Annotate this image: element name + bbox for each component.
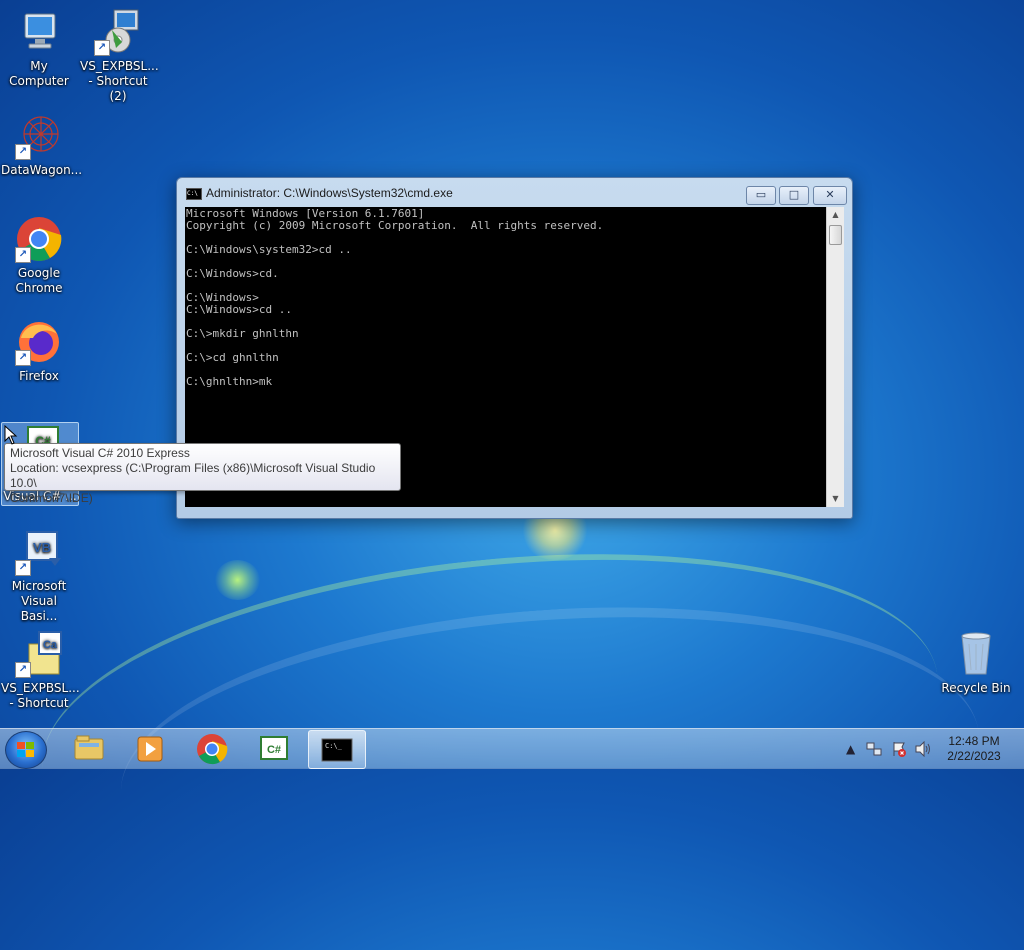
- chrome-icon: ↗: [15, 215, 63, 263]
- clock-time: 12:48 PM: [948, 734, 1000, 748]
- taskbar: C# C:\_ ▲ 12:48 PM 2/22/2023: [0, 728, 1024, 769]
- show-hidden-icons[interactable]: ▲: [846, 742, 855, 756]
- desktop-icon-label: My Computer: [9, 59, 69, 88]
- console-output: Microsoft Windows [Version 6.1.7601] Cop…: [186, 207, 604, 388]
- desktop-icon-firefox[interactable]: ↗ Firefox: [1, 318, 77, 384]
- installer-document-icon: Ca ↗: [15, 630, 63, 678]
- minimize-button[interactable]: ▭: [746, 186, 776, 205]
- firefox-icon: ↗: [15, 318, 63, 366]
- cmd-icon: C:\: [186, 188, 202, 200]
- window-title: Administrator: C:\Windows\System32\cmd.e…: [206, 186, 453, 200]
- taskbar-media-player[interactable]: [122, 730, 178, 767]
- media-player-icon: [137, 736, 163, 762]
- network-icon[interactable]: [866, 741, 882, 757]
- scroll-up-icon[interactable]: ▲: [827, 207, 844, 223]
- visual-basic-icon: VB ↗: [15, 528, 63, 576]
- installer-icon: ↗: [94, 8, 142, 56]
- desktop-icon-vs-expbsl-shortcut[interactable]: Ca ↗ VS_EXPBSL... - Shortcut: [1, 630, 80, 711]
- taskbar-cmd[interactable]: C:\_: [308, 730, 366, 769]
- vertical-scrollbar[interactable]: ▲ ▼: [826, 207, 844, 507]
- close-button[interactable]: ✕: [813, 186, 847, 205]
- tooltip-line-2: Location: vcsexpress (C:\Program Files (…: [10, 461, 376, 490]
- desktop-icon-label: VS_EXPBSL... - Shortcut: [1, 681, 80, 710]
- shortcut-arrow-icon: ↗: [15, 350, 31, 366]
- desktop-icon-google-chrome[interactable]: ↗ Google Chrome: [1, 215, 77, 296]
- desktop-icon-label: Recycle Bin: [941, 681, 1011, 695]
- tooltip-line-1: Microsoft Visual C# 2010 Express: [10, 446, 190, 460]
- taskbar-explorer[interactable]: [61, 730, 117, 767]
- computer-icon: [15, 8, 63, 56]
- desktop-icon-datawagon[interactable]: ↗ DataWagon...: [1, 112, 83, 178]
- shortcut-arrow-icon: ↗: [15, 247, 31, 263]
- volume-icon[interactable]: [914, 741, 932, 757]
- desktop-icon-label: VS_EXPBSL... - Shortcut (2): [80, 59, 159, 103]
- shortcut-arrow-icon: ↗: [15, 560, 31, 576]
- windows-logo-icon: [17, 742, 35, 758]
- desktop-icon-label: Firefox: [19, 369, 59, 383]
- start-button[interactable]: [5, 731, 47, 769]
- tooltip-line-3: Common7\IDE): [10, 491, 93, 505]
- desktop-icon-label: Microsoft Visual Basi...: [11, 579, 67, 623]
- taskbar-visual-csharp[interactable]: C#: [246, 730, 302, 767]
- visual-csharp-icon: C#: [260, 736, 288, 760]
- scroll-thumb[interactable]: [829, 225, 842, 245]
- cmd-icon: C:\_: [321, 738, 353, 762]
- svg-text:VB: VB: [33, 540, 51, 555]
- svg-text:C#: C#: [267, 744, 281, 756]
- recycle-bin-icon: [952, 630, 1000, 678]
- tooltip: Microsoft Visual C# 2010 Express Locatio…: [4, 443, 401, 505]
- clock[interactable]: 12:48 PM 2/22/2023: [934, 734, 1014, 764]
- svg-text:C:\_: C:\_: [325, 742, 343, 750]
- maximize-button[interactable]: □: [779, 186, 809, 205]
- wallpaper-glow-green: [215, 560, 260, 600]
- desktop-icon-vs-expbsl-shortcut-2[interactable]: ↗ VS_EXPBSL... - Shortcut (2): [80, 8, 159, 104]
- explorer-icon: [74, 735, 104, 760]
- desktop-icon-label: DataWagon...: [1, 163, 83, 177]
- shortcut-arrow-icon: ↗: [94, 40, 110, 56]
- action-center-icon[interactable]: [891, 741, 907, 757]
- desktop-icon-visual-basic[interactable]: VB ↗ Microsoft Visual Basi...: [1, 528, 77, 624]
- desktop-icon-recycle-bin[interactable]: Recycle Bin: [938, 630, 1014, 696]
- shortcut-arrow-icon: ↗: [15, 662, 31, 678]
- svg-text:Ca: Ca: [43, 639, 58, 651]
- taskbar-chrome[interactable]: [184, 730, 240, 767]
- clock-date: 2/22/2023: [947, 749, 1001, 763]
- mouse-cursor-icon: [4, 425, 18, 445]
- scroll-down-icon[interactable]: ▼: [827, 491, 844, 507]
- chrome-icon: [197, 734, 228, 765]
- desktop-icon-label: Google Chrome: [15, 266, 63, 295]
- datawagon-icon: ↗: [15, 112, 63, 160]
- desktop-icon-my-computer[interactable]: My Computer: [1, 8, 77, 89]
- window-titlebar[interactable]: C:\ Administrator: C:\Windows\System32\c…: [177, 178, 852, 207]
- shortcut-arrow-icon: ↗: [15, 144, 31, 160]
